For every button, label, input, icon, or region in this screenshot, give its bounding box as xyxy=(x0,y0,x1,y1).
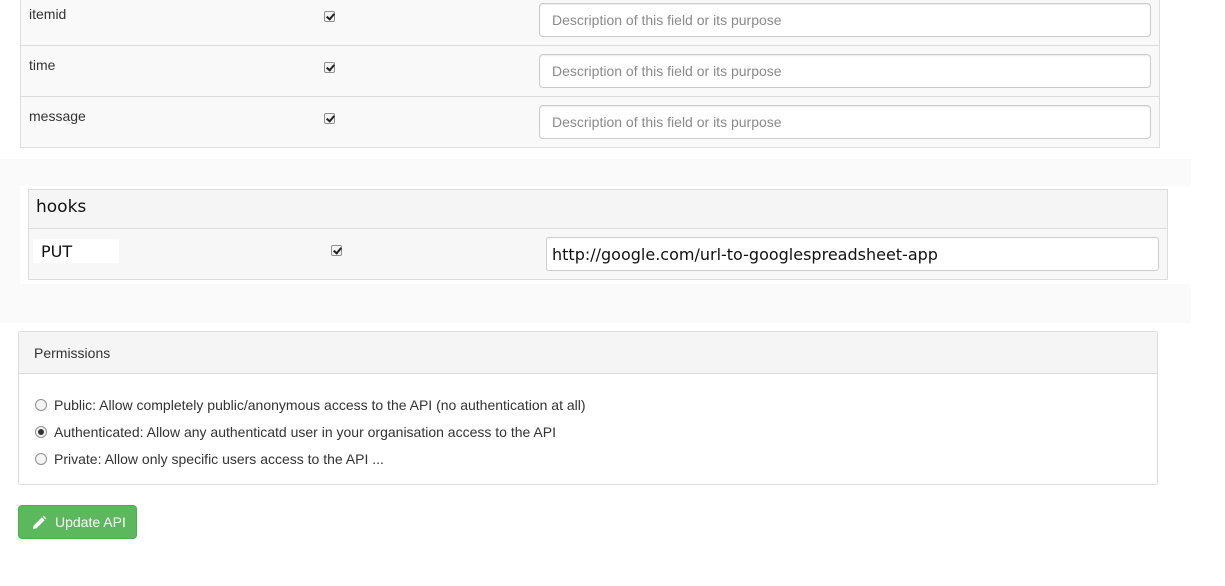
field-name: itemid xyxy=(29,6,67,22)
update-api-label: Update API xyxy=(55,514,126,530)
permission-authenticated-label[interactable]: Authenticated: Allow any authenticatd us… xyxy=(54,424,556,440)
permission-private-radio[interactable] xyxy=(35,453,47,465)
permission-public-radio[interactable] xyxy=(35,399,47,411)
hooks-header: hooks xyxy=(29,190,1167,229)
fields-table: itemid time message xyxy=(20,0,1160,148)
permission-authenticated-radio[interactable] xyxy=(35,426,47,438)
field-description-input[interactable] xyxy=(539,54,1151,88)
permissions-title: Permissions xyxy=(34,345,111,361)
field-enabled-checkbox[interactable] xyxy=(324,113,335,124)
field-name: message xyxy=(29,108,86,124)
hook-url-input[interactable] xyxy=(546,237,1159,271)
field-enabled-checkbox[interactable] xyxy=(324,11,335,22)
hook-enabled-checkbox[interactable] xyxy=(331,245,342,256)
hooks-title: hooks xyxy=(36,197,87,217)
field-name: time xyxy=(29,57,56,73)
permission-private-label[interactable]: Private: Allow only specific users acces… xyxy=(54,451,384,467)
permission-public-label[interactable]: Public: Allow completely public/anonymou… xyxy=(54,397,586,413)
hook-method-label: PUT xyxy=(41,242,73,261)
field-description-input[interactable] xyxy=(539,105,1151,139)
hook-method[interactable]: PUT xyxy=(33,239,119,263)
update-api-button[interactable]: Update API xyxy=(18,505,137,539)
field-enabled-checkbox[interactable] xyxy=(324,62,335,73)
pencil-icon xyxy=(33,515,47,529)
field-row-time: time xyxy=(21,45,1159,96)
hooks-panel: hooks PUT xyxy=(28,189,1168,280)
permissions-header: Permissions xyxy=(19,332,1157,374)
field-row-itemid: itemid xyxy=(21,0,1159,43)
permissions-panel: Permissions Public: Allow completely pub… xyxy=(18,331,1158,485)
field-description-input[interactable] xyxy=(539,3,1151,37)
field-row-message: message xyxy=(21,96,1159,147)
